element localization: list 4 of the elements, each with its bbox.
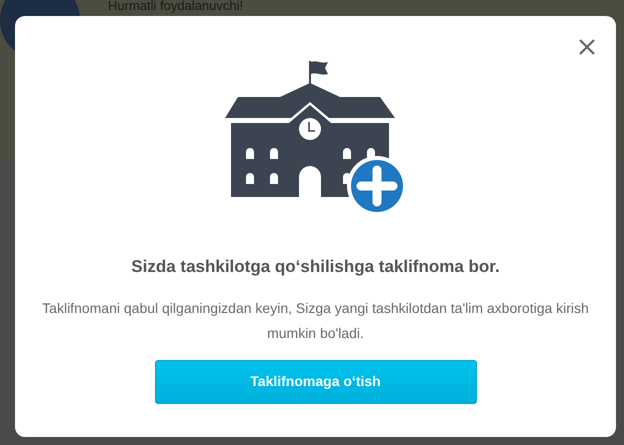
dialog-message: Taklifnomani qabul qilganingizdan keyin, Sizga yangi tashkilotdan ta'lim axborotiga kirish mumkin bo'ladi. [41, 298, 590, 342]
close-button[interactable] [578, 38, 596, 56]
dialog-title: Sizda tashkilotga qo‘shilishga taklifnoma bor. [131, 256, 500, 278]
invitation-button[interactable]: Taklifnomaga o‘tish [154, 360, 476, 404]
